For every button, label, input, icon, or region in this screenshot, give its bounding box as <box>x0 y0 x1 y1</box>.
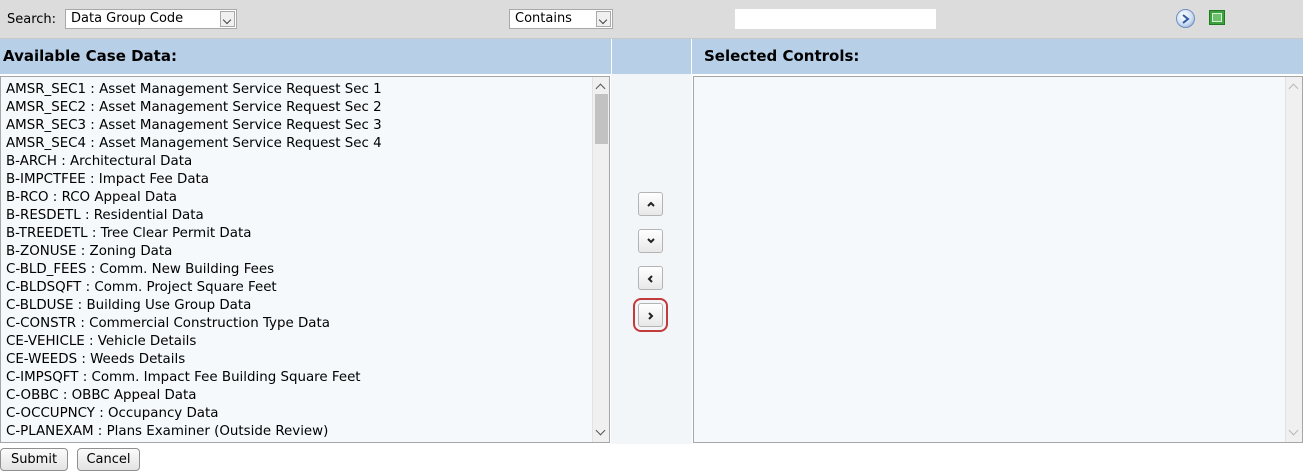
remove-button[interactable] <box>638 266 663 290</box>
list-item[interactable]: B-ZONUSE : Zoning Data <box>6 243 382 261</box>
move-down-button[interactable] <box>638 229 663 253</box>
chevron-down-icon[interactable] <box>220 11 235 27</box>
list-item[interactable]: B-RESDETL : Residential Data <box>6 207 382 225</box>
list-item[interactable]: B-ARCH : Architectural Data <box>6 153 382 171</box>
scroll-down-icon[interactable] <box>1288 425 1299 436</box>
chevron-left-icon <box>647 275 653 283</box>
search-operator-select[interactable]: Contains <box>509 9 613 29</box>
chevron-down-icon <box>647 238 655 244</box>
move-up-button[interactable] <box>638 192 663 216</box>
list-item[interactable]: C-CONSTR : Commercial Construction Type … <box>6 315 382 333</box>
middle-header <box>612 39 691 74</box>
play-circle-icon[interactable] <box>1176 9 1195 28</box>
scroll-up-icon[interactable] <box>1288 83 1299 94</box>
list-item[interactable]: C-OCCUPNCY : Occupancy Data <box>6 405 382 423</box>
list-item[interactable]: AMSR_SEC3 : Asset Management Service Req… <box>6 117 382 135</box>
chevron-right-icon <box>648 312 654 320</box>
scroll-thumb[interactable] <box>595 94 608 144</box>
list-item[interactable]: CE-VEHICLE : Vehicle Details <box>6 333 382 351</box>
selected-list[interactable] <box>693 76 1303 443</box>
search-operator-value: Contains <box>515 11 572 26</box>
list-item[interactable]: C-PLANEXAM : Plans Examiner (Outside Rev… <box>6 423 382 441</box>
add-button[interactable] <box>633 298 668 332</box>
list-item[interactable]: CE-WEEDS : Weeds Details <box>6 351 382 369</box>
selected-scrollbar[interactable] <box>1285 77 1302 442</box>
list-item[interactable]: AMSR_SEC1 : Asset Management Service Req… <box>6 81 382 99</box>
list-item[interactable]: C-BLDUSE : Building Use Group Data <box>6 297 382 315</box>
search-field-value: Data Group Code <box>71 11 184 26</box>
list-item[interactable]: B-TREEDETL : Tree Clear Permit Data <box>6 225 382 243</box>
list-item[interactable]: C-BLDSQFT : Comm. Project Square Feet <box>6 279 382 297</box>
list-item[interactable]: C-IMPSQFT : Comm. Impact Fee Building Sq… <box>6 369 382 387</box>
move-controls <box>611 74 692 444</box>
search-input[interactable] <box>735 9 936 29</box>
search-field-select[interactable]: Data Group Code <box>65 9 237 29</box>
list-item[interactable]: C-BLD_FEES : Comm. New Building Fees <box>6 261 382 279</box>
available-list[interactable]: AMSR_SEC1 : Asset Management Service Req… <box>0 76 610 443</box>
list-item[interactable]: AMSR_SEC2 : Asset Management Service Req… <box>6 99 382 117</box>
available-scrollbar[interactable] <box>592 77 609 442</box>
scroll-up-icon[interactable] <box>595 83 606 94</box>
list-item[interactable]: B-IMPCTFEE : Impact Fee Data <box>6 171 382 189</box>
available-header: Available Case Data: <box>0 39 611 74</box>
scroll-down-icon[interactable] <box>595 425 606 436</box>
green-square-icon[interactable] <box>1209 10 1225 25</box>
search-bar: Search: Data Group Code Contains <box>0 0 1303 39</box>
available-items: AMSR_SEC1 : Asset Management Service Req… <box>6 81 382 441</box>
search-label: Search: <box>7 12 57 27</box>
cancel-button[interactable]: Cancel <box>77 448 140 471</box>
chevron-down-icon[interactable] <box>596 11 611 27</box>
chevron-up-icon <box>647 201 655 207</box>
selected-header: Selected Controls: <box>692 39 1303 74</box>
list-item[interactable]: B-RCO : RCO Appeal Data <box>6 189 382 207</box>
list-item[interactable]: C-OBBC : OBBC Appeal Data <box>6 387 382 405</box>
submit-button[interactable]: Submit <box>0 448 68 471</box>
list-item[interactable]: AMSR_SEC4 : Asset Management Service Req… <box>6 135 382 153</box>
